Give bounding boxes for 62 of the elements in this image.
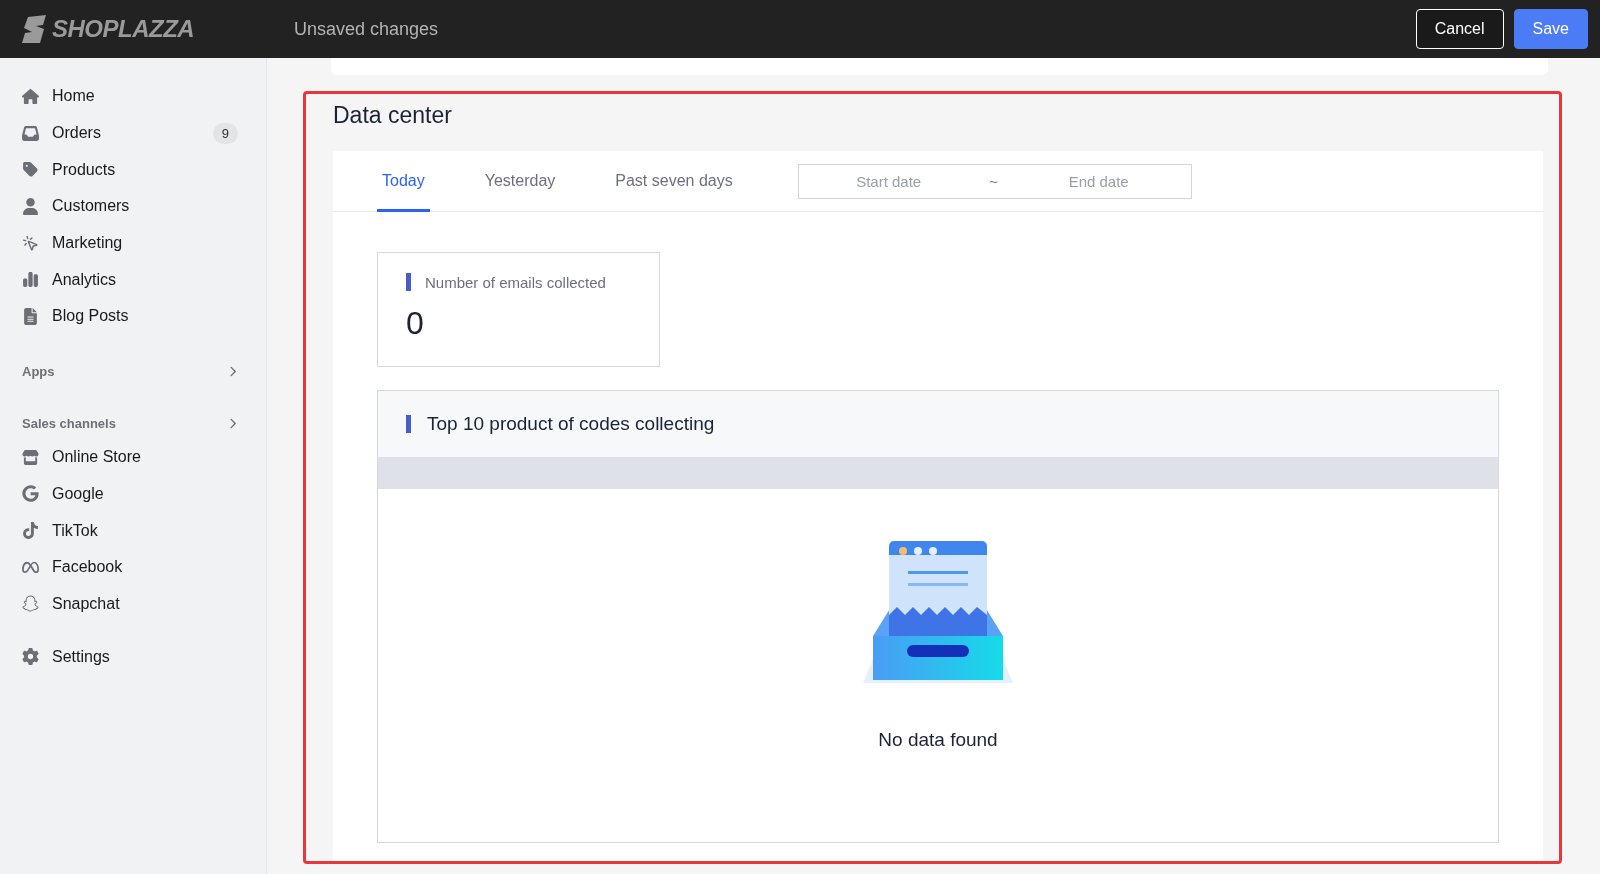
tiktok-icon [20, 522, 40, 540]
accent-bar [406, 273, 411, 291]
sidebar-item[interactable]: TikTok [0, 512, 266, 549]
chevron-right-icon [227, 366, 238, 378]
sidebar-item-label: Facebook [52, 558, 124, 577]
stat-value: 0 [406, 305, 425, 342]
accent-bar [406, 415, 411, 433]
empty-message: No data found [878, 729, 998, 751]
date-tab[interactable]: Past seven days [610, 150, 738, 212]
sidebar-item-label: Analytics [52, 270, 118, 289]
unsaved-status: Unsaved changes [294, 18, 440, 40]
sidebar-item[interactable]: Orders 9 [0, 114, 266, 152]
save-button[interactable]: Save [1513, 9, 1588, 49]
store-icon [20, 448, 40, 466]
sidebar-section-header[interactable]: Sales channels [0, 408, 266, 439]
sidebar-item-label: Customers [52, 197, 131, 216]
sidebar-item[interactable]: Google [0, 475, 266, 513]
sidebar-item[interactable]: Facebook [0, 548, 266, 586]
sidebar-item[interactable]: Blog Posts [0, 298, 266, 335]
table-title: Top 10 product of codes collecting [427, 413, 715, 435]
sidebar-section-header[interactable]: Apps [0, 356, 266, 387]
end-date-input[interactable]: End date [1008, 171, 1189, 191]
stat-label: Number of emails collected [425, 273, 606, 291]
cancel-button[interactable]: Cancel [1415, 9, 1504, 49]
range-separator: ~ [988, 172, 1000, 190]
sidebar-item-label: Home [52, 87, 96, 106]
sidebar-item[interactable]: Analytics [0, 261, 266, 299]
section-title: Sales channels [22, 416, 116, 432]
logo-mark-icon [22, 15, 46, 43]
cursor-icon [20, 234, 40, 252]
person-icon [20, 197, 40, 215]
ghost-icon [20, 595, 40, 613]
date-tab[interactable]: Today [377, 150, 430, 212]
sidebar-item-label: Online Store [52, 448, 142, 467]
sidebar-item[interactable]: Marketing [0, 224, 266, 262]
sidebar-item[interactable]: Online Store [0, 438, 266, 476]
bar-chart-icon [20, 271, 40, 289]
logo-text: SHOPLAZZA [52, 15, 195, 43]
tag-icon [20, 161, 40, 179]
sidebar-item[interactable]: Snapchat [0, 585, 266, 623]
date-tab[interactable]: Yesterday [479, 150, 561, 212]
sidebar-item[interactable]: Products [0, 151, 266, 189]
home-icon [20, 87, 40, 105]
sidebar-item-label: Products [52, 160, 117, 179]
sidebar-item[interactable]: Customers [0, 188, 266, 225]
sidebar-item[interactable]: Home [0, 78, 266, 115]
google-icon [20, 485, 40, 503]
count-badge: 9 [212, 122, 238, 144]
sidebar-item-label: Orders [52, 124, 102, 143]
sidebar-item-label: TikTok [52, 521, 99, 540]
section-title: Apps [22, 364, 55, 380]
sidebar-item-label: Google [52, 484, 105, 503]
inbox-icon [20, 124, 40, 142]
chevron-right-icon [227, 418, 238, 430]
sidebar-item-label: Snapchat [52, 594, 121, 613]
settings-icon [20, 648, 40, 666]
sidebar-item-label: Marketing [52, 234, 124, 253]
page-title: Data center [333, 102, 453, 129]
sidebar-item-label: Blog Posts [52, 307, 130, 326]
sidebar-item[interactable]: Settings [0, 638, 266, 675]
start-date-input[interactable]: Start date [798, 171, 979, 191]
sidebar-item-label: Settings [52, 647, 111, 666]
